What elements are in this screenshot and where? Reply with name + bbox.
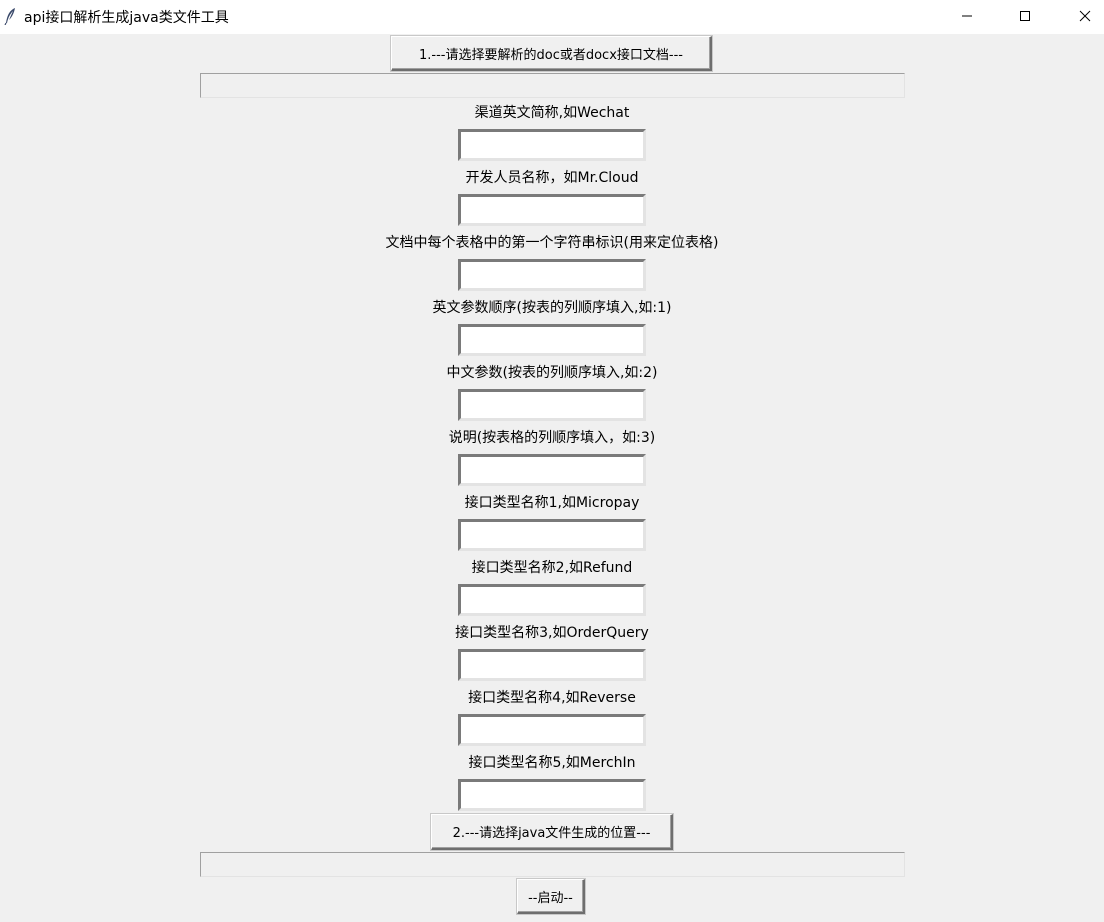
developer-input[interactable] [458,194,646,226]
field-label-chinese-param: 中文参数(按表的列顺序填入,如:2) [446,365,658,381]
field-label-interface-type-1: 接口类型名称1,如Micropay [464,495,640,511]
interface-type-1-input[interactable] [458,519,646,551]
chinese-param-input[interactable] [458,389,646,421]
field-label-english-param: 英文参数顺序(按表的列顺序填入,如:1) [432,300,672,316]
channel-input[interactable] [458,129,646,161]
start-button[interactable]: --启动-- [517,879,585,914]
close-button[interactable] [1056,0,1104,32]
title-bar[interactable]: api接口解析生成java类文件工具 [0,0,1104,34]
select-output-button[interactable]: 2.---请选择java文件生成的位置--- [431,814,673,850]
interface-type-4-input[interactable] [458,714,646,746]
maximize-button[interactable] [996,0,1054,32]
maximize-icon [1019,10,1031,22]
interface-type-2-input[interactable] [458,584,646,616]
description-input[interactable] [458,454,646,486]
field-label-developer: 开发人员名称，如Mr.Cloud [465,170,639,186]
client-area: 1.---请选择要解析的doc或者docx接口文档--- 渠道英文简称,如Wec… [0,34,1104,922]
doc-path-display [200,73,905,98]
interface-type-3-input[interactable] [458,649,646,681]
field-label-channel: 渠道英文简称,如Wechat [474,105,630,121]
field-label-interface-type-4: 接口类型名称4,如Reverse [468,690,636,706]
feather-icon [4,7,16,26]
select-doc-button[interactable]: 1.---请选择要解析的doc或者docx接口文档--- [391,36,712,71]
table-marker-input[interactable] [458,259,646,291]
field-label-interface-type-3: 接口类型名称3,如OrderQuery [455,625,649,641]
app-window: api接口解析生成java类文件工具 1.---请选择要解析的doc或者docx… [0,0,1104,922]
close-icon [1079,10,1091,22]
field-label-description: 说明(按表格的列顺序填入，如:3) [448,430,656,446]
output-path-display [200,852,905,877]
minimize-icon [961,10,973,22]
field-label-interface-type-5: 接口类型名称5,如MerchIn [468,755,636,771]
english-param-input[interactable] [458,324,646,356]
interface-type-5-input[interactable] [458,779,646,811]
minimize-button[interactable] [938,0,996,32]
field-label-interface-type-2: 接口类型名称2,如Refund [471,560,633,576]
field-label-table-marker: 文档中每个表格中的第一个字符串标识(用来定位表格) [385,235,719,251]
window-title: api接口解析生成java类文件工具 [24,10,229,26]
